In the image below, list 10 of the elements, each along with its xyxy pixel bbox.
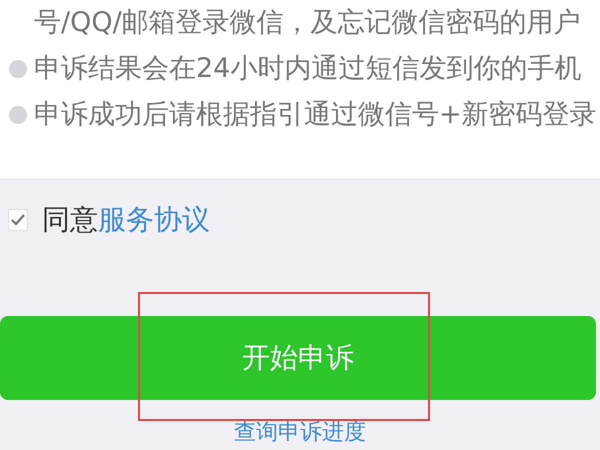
service-agreement-link[interactable]: 服务协议 [98, 199, 210, 241]
note-text: 号/QQ/邮箱登录微信，及忘记微信密码的用户 [34, 6, 581, 40]
agree-label: 同意 [42, 202, 98, 238]
note-text: 申诉成功后请根据指引通过微信号+新密码登录 [34, 98, 597, 132]
agree-checkbox[interactable] [8, 209, 28, 231]
start-appeal-button[interactable]: 开始申诉 [0, 316, 596, 400]
appeal-progress-link[interactable]: 查询申诉进度 [234, 420, 366, 445]
bullet-icon [9, 106, 27, 124]
note-text: 申诉结果会在24小时内通过短信发到你的手机 [34, 52, 582, 86]
bullet-icon [9, 60, 27, 78]
